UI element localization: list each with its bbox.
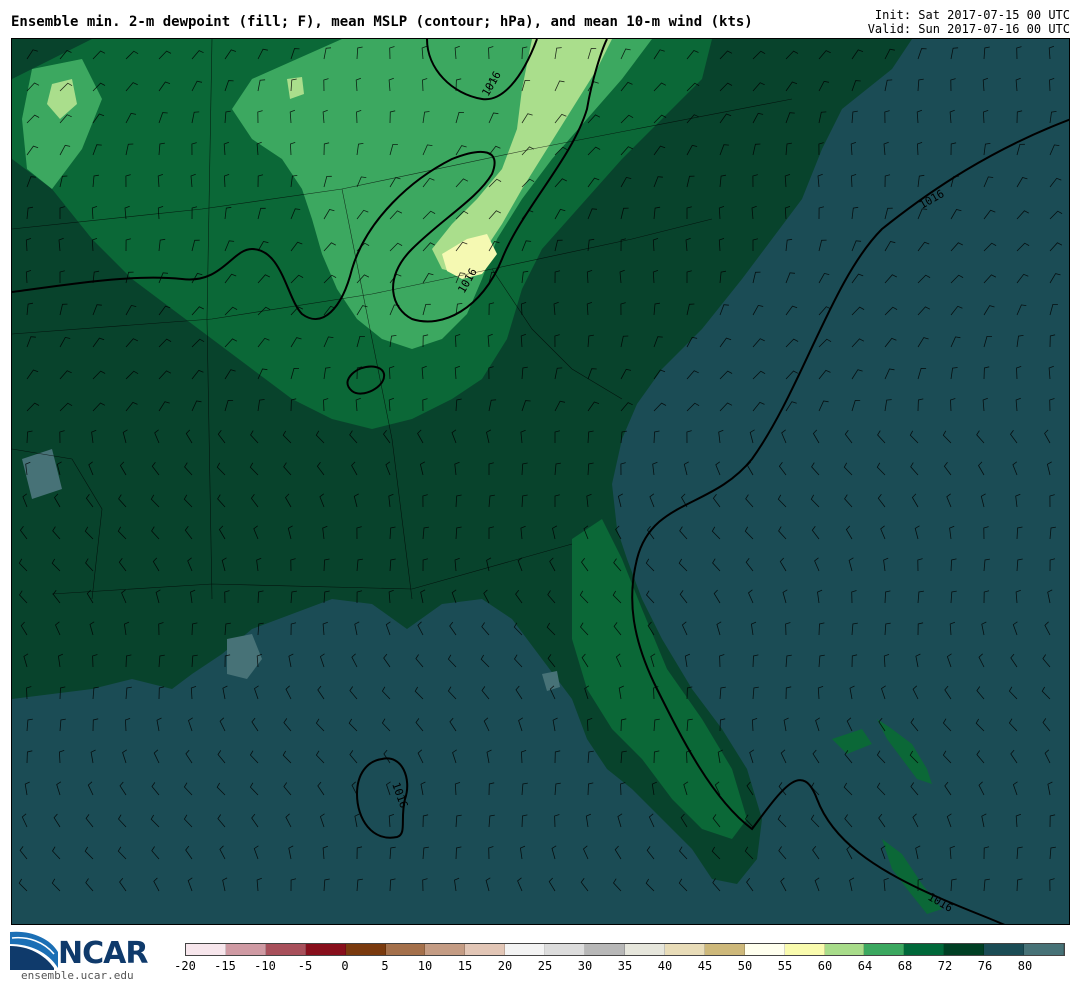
- colorbar-swatch: [984, 944, 1025, 955]
- colorbar-swatch: [545, 944, 586, 955]
- init-time: Init: Sat 2017-07-15 00 UTC: [874, 8, 1070, 22]
- colorbar-tick-label: 30: [577, 959, 593, 973]
- forecast-map: 1016 1016 1016 1016 1016: [11, 38, 1070, 925]
- colorbar-tick-label: 76: [977, 959, 993, 973]
- colorbar-swatch: [345, 944, 386, 955]
- map-canvas: 1016 1016 1016 1016 1016: [12, 39, 1069, 924]
- colorbar-tick-label: 64: [857, 959, 873, 973]
- colorbar-swatch: [225, 944, 266, 955]
- colorbar-tick-label: -20: [174, 959, 196, 973]
- ensemble-url: ensemble.ucar.edu: [21, 969, 134, 982]
- colorbar-tick-label: 10: [417, 959, 433, 973]
- colorbar-tick-label: 50: [737, 959, 753, 973]
- colorbar-tick-label: -5: [297, 959, 313, 973]
- colorbar-swatch: [385, 944, 426, 955]
- colorbar-swatch: [664, 944, 705, 955]
- colorbar-tick-label: 25: [537, 959, 553, 973]
- colorbar-tick-label: 45: [697, 959, 713, 973]
- colorbar-tick-label: 72: [937, 959, 953, 973]
- colorbar-swatch: [624, 944, 665, 955]
- colorbar: [185, 943, 1065, 956]
- colorbar-tick-label: 0: [341, 959, 349, 973]
- colorbar-swatch: [265, 944, 306, 955]
- valid-time: Valid: Sun 2017-07-16 00 UTC: [867, 22, 1070, 36]
- colorbar-tick-label: 20: [497, 959, 513, 973]
- colorbar-swatch: [505, 944, 546, 955]
- colorbar-swatch: [784, 944, 825, 955]
- colorbar-swatch: [704, 944, 745, 955]
- colorbar-tick-label: 5: [381, 959, 389, 973]
- colorbar-swatch: [904, 944, 945, 955]
- ncar-logo-text: NCAR: [58, 936, 148, 971]
- colorbar-ticks: -20 -15 -10 -5 0 5 10 15 20 25 30 35 40 45 50 55 60 64 68 7…: [174, 959, 1065, 975]
- colorbar-tick-label: -15: [214, 959, 236, 973]
- colorbar-swatch: [465, 944, 506, 955]
- colorbar-tick-label: 68: [897, 959, 913, 973]
- colorbar-tick-label: 40: [657, 959, 673, 973]
- colorbar-swatch: [944, 944, 985, 955]
- colorbar-swatch: [864, 944, 905, 955]
- run-info: Init: Sat 2017-07-15 00 UTC Valid: Sun 2…: [868, 8, 1070, 36]
- colorbar-swatch: [585, 944, 625, 955]
- colorbar-swatch: [186, 944, 226, 955]
- colorbar-tick-label: 15: [457, 959, 473, 973]
- colorbar-tick-label: -10: [254, 959, 276, 973]
- colorbar-tick-label: 80: [1017, 959, 1033, 973]
- colorbar-swatch: [824, 944, 865, 955]
- colorbar-swatch: [1024, 944, 1064, 955]
- map-title: Ensemble min. 2-m dewpoint (fill; F), me…: [11, 14, 753, 30]
- colorbar-swatch: [425, 944, 466, 955]
- colorbar-tick-label: 60: [817, 959, 833, 973]
- colorbar-tick-label: 55: [777, 959, 793, 973]
- colorbar-swatch: [305, 944, 346, 955]
- colorbar-swatch: [744, 944, 785, 955]
- colorbar-tick-label: 35: [617, 959, 633, 973]
